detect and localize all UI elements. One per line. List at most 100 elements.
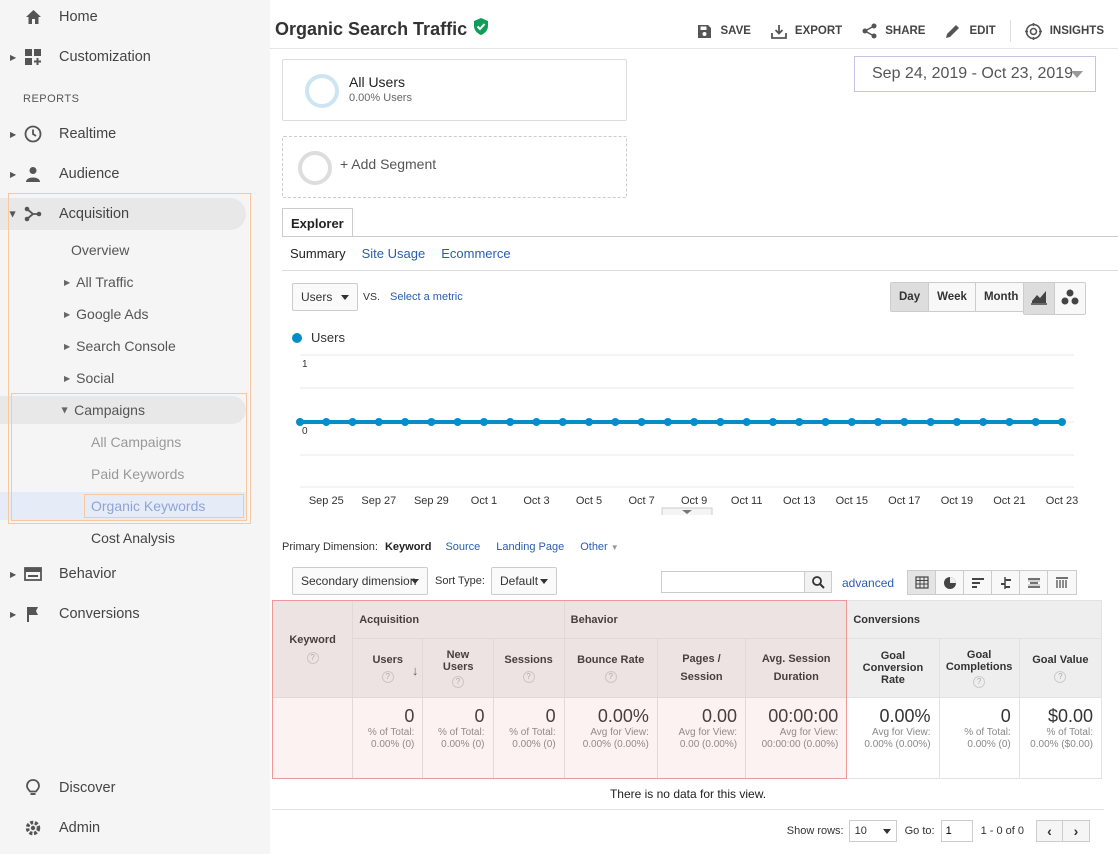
nav-audience[interactable]: ▶ Audience xyxy=(0,158,270,190)
subtab-summary[interactable]: Summary xyxy=(290,246,346,261)
subtab-ecommerce[interactable]: Ecommerce xyxy=(441,246,510,261)
sort-type-select[interactable]: Default xyxy=(491,567,557,595)
table-search-input[interactable] xyxy=(661,571,805,593)
granularity-toggle: Day Week Month xyxy=(890,282,1028,312)
save-button[interactable]: SAVE xyxy=(697,24,751,39)
col-bounce-rate-header[interactable]: Bounce Rate? xyxy=(563,638,658,698)
save-icon xyxy=(698,24,712,38)
col-goal-completions-header[interactable]: Goal Completions? xyxy=(938,638,1020,698)
col-new-users-header[interactable]: New Users? xyxy=(422,638,494,698)
dimension-source[interactable]: Source xyxy=(445,541,480,553)
data-point xyxy=(322,418,331,426)
col-goal-value-header[interactable]: Goal Value? xyxy=(1018,638,1103,698)
data-point xyxy=(637,418,646,426)
expand-arrow-icon: ▶ xyxy=(10,609,17,619)
data-point xyxy=(427,418,436,426)
expand-arrow-icon: ▶ xyxy=(10,569,17,579)
data-point xyxy=(506,418,515,426)
edit-button[interactable]: EDIT xyxy=(945,23,996,39)
comparison-view-button[interactable] xyxy=(992,571,1020,594)
help-icon[interactable]: ? xyxy=(451,675,464,688)
help-icon[interactable]: ? xyxy=(522,670,535,683)
metric-select[interactable]: Users xyxy=(292,283,358,311)
tab-explorer[interactable]: Explorer xyxy=(282,208,353,237)
next-page-button[interactable]: › xyxy=(1063,821,1089,841)
day-button[interactable]: Day xyxy=(891,283,930,311)
rows-per-page-select[interactable]: 10 xyxy=(848,820,897,842)
col-pages-session-header[interactable]: Pages / Session xyxy=(656,638,747,698)
pie-view-button[interactable] xyxy=(936,571,964,594)
dimension-landing-page[interactable]: Landing Page xyxy=(496,541,564,553)
group-behavior: Behavior xyxy=(563,600,848,639)
share-button[interactable]: SHARE xyxy=(862,23,925,39)
dimension-other[interactable]: Other ▼ xyxy=(580,541,619,553)
col-users-header[interactable]: Users? ↓ xyxy=(352,638,424,698)
line-chart-button[interactable] xyxy=(1024,283,1055,314)
help-icon[interactable]: ? xyxy=(973,675,986,688)
col-goal-conversion-header[interactable]: Goal Conversion Rate xyxy=(846,638,940,698)
data-point xyxy=(847,418,856,426)
x-tick-label: Oct 19 xyxy=(941,495,973,507)
data-point xyxy=(979,418,988,426)
chart-legend: Users xyxy=(292,330,345,345)
term-cloud-view-button[interactable] xyxy=(1020,571,1048,594)
month-button[interactable]: Month xyxy=(975,283,1027,311)
group-acquisition: Acquisition xyxy=(352,600,565,639)
dimension-keyword[interactable]: Keyword xyxy=(385,541,431,553)
export-button[interactable]: EXPORT xyxy=(771,24,842,39)
nav-discover[interactable]: Discover xyxy=(0,772,270,804)
help-icon[interactable]: ? xyxy=(604,670,617,683)
data-point xyxy=(585,418,594,426)
nav-behavior[interactable]: ▶ Behavior xyxy=(0,558,270,590)
segment-all-users[interactable]: All Users 0.00% Users xyxy=(282,59,627,121)
help-icon[interactable]: ? xyxy=(1054,670,1067,683)
col-keyword-header[interactable]: Keyword? xyxy=(271,600,354,698)
help-icon[interactable]: ? xyxy=(306,652,319,664)
date-range-picker[interactable]: Sep 24, 2019 - Oct 23, 2019 xyxy=(854,56,1096,92)
nav-home[interactable]: Home xyxy=(0,1,270,33)
prev-page-button[interactable]: ‹ xyxy=(1037,821,1063,841)
bubble-chart-icon xyxy=(1061,289,1079,305)
motion-chart-button[interactable] xyxy=(1055,283,1085,314)
data-point xyxy=(1031,418,1040,426)
secondary-dimension-select[interactable]: Secondary dimension xyxy=(292,567,428,595)
add-segment-button[interactable]: + Add Segment xyxy=(282,136,627,198)
data-point xyxy=(716,418,725,426)
help-icon[interactable]: ? xyxy=(381,670,394,683)
performance-view-button[interactable] xyxy=(964,571,992,594)
expand-arrow-icon: ▶ xyxy=(10,129,17,139)
nav-customization[interactable]: ▶ Customization xyxy=(0,41,270,73)
insights-icon xyxy=(1024,22,1042,40)
col-sessions-header[interactable]: Sessions? xyxy=(492,638,565,698)
select-metric-link[interactable]: Select a metric xyxy=(390,291,463,303)
no-data-message: There is no data for this view. xyxy=(272,778,1104,810)
nav-admin[interactable]: Admin xyxy=(0,812,270,844)
chevron-down-icon xyxy=(411,579,419,584)
expand-arrow-icon: ▶ xyxy=(10,52,17,62)
group-conversions: Conversions xyxy=(846,600,1102,639)
download-icon xyxy=(771,24,787,39)
nav-conversions[interactable]: ▶ Conversions xyxy=(0,598,270,630)
advanced-link[interactable]: advanced xyxy=(842,576,894,590)
subtab-site-usage[interactable]: Site Usage xyxy=(362,246,426,261)
table-view-button[interactable] xyxy=(908,571,936,594)
col-avg-session-header[interactable]: Avg. Session Duration xyxy=(745,638,848,698)
table-search-button[interactable] xyxy=(804,571,832,593)
lightbulb-icon xyxy=(24,779,42,797)
x-tick-label: Oct 11 xyxy=(731,495,763,507)
data-point xyxy=(1005,418,1014,426)
page-title: Organic Search Traffic xyxy=(275,18,489,40)
nav-realtime[interactable]: ▶ Realtime xyxy=(0,118,270,150)
legend-dot xyxy=(292,332,302,343)
pencil-icon xyxy=(946,25,960,38)
week-button[interactable]: Week xyxy=(929,283,976,311)
data-point xyxy=(768,418,777,426)
tab-divider xyxy=(282,236,1118,237)
bar-chart-icon xyxy=(971,577,984,588)
chevron-down-icon: ▼ xyxy=(610,543,619,552)
nav-cost-analysis[interactable]: Cost Analysis xyxy=(91,524,175,552)
goto-page-input[interactable] xyxy=(940,820,973,842)
insights-button[interactable]: INSIGHTS xyxy=(1024,22,1104,40)
pivot-view-button[interactable] xyxy=(1048,571,1076,594)
data-point xyxy=(296,418,304,426)
